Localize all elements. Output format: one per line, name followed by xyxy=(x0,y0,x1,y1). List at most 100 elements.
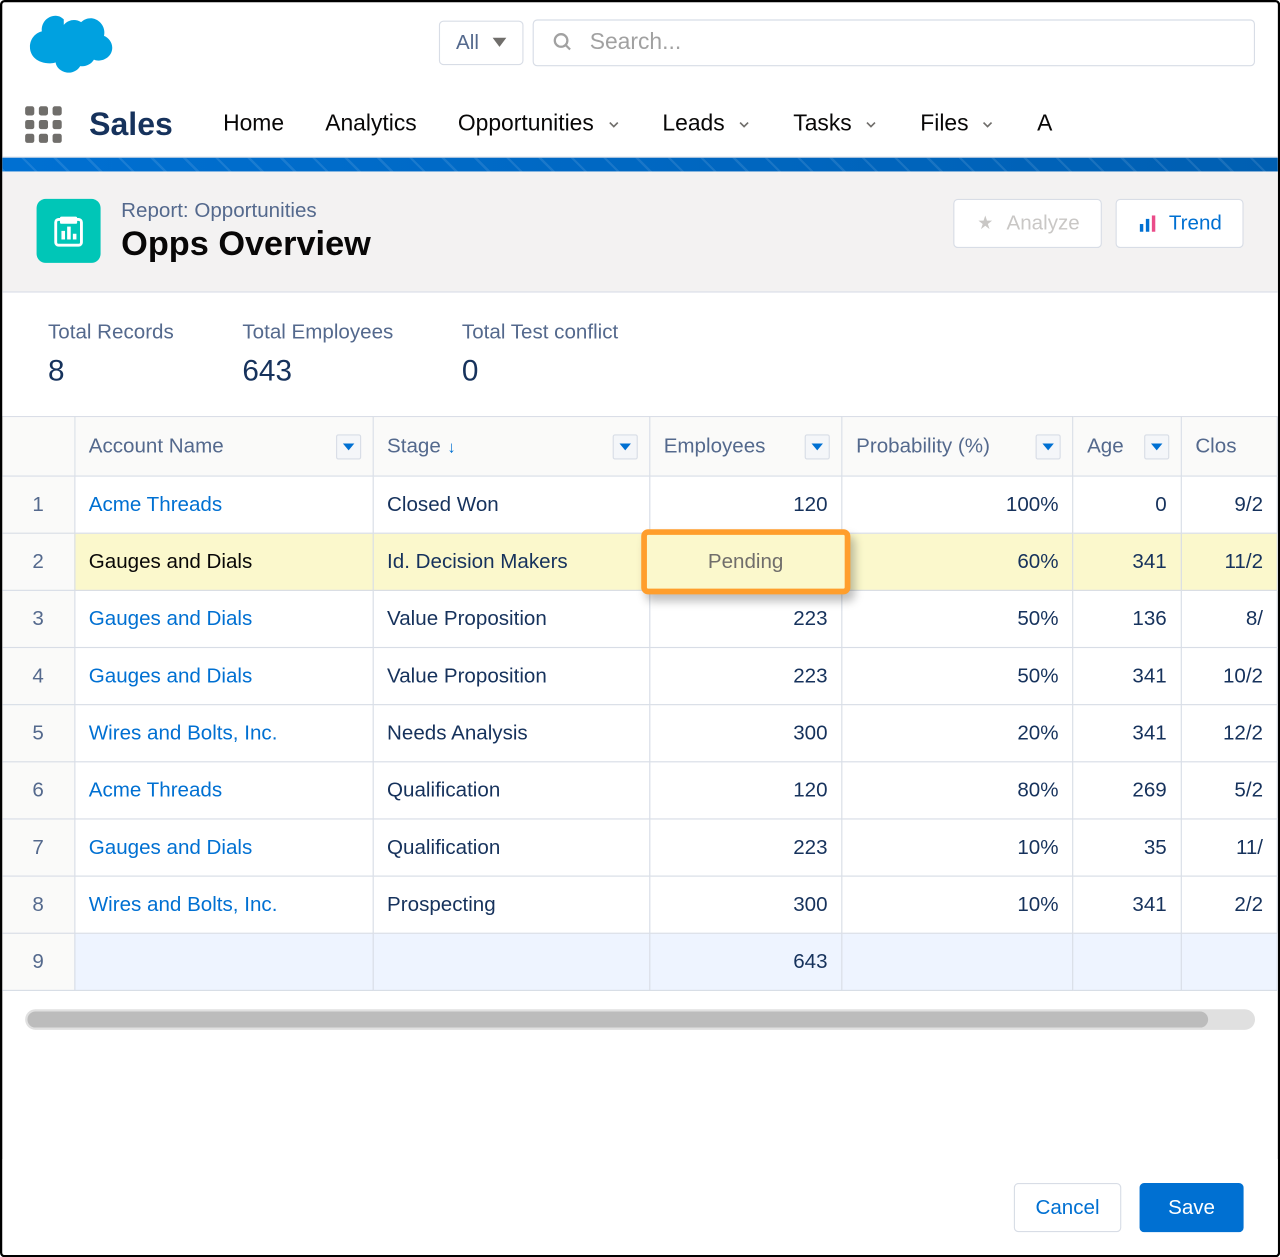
nav-item-analytics[interactable]: Analytics xyxy=(325,111,416,137)
filter-icon[interactable] xyxy=(805,434,830,459)
row-number: 7 xyxy=(2,819,74,876)
stage-cell[interactable]: Qualification xyxy=(373,762,650,819)
chevron-down-icon xyxy=(605,116,621,132)
account-link[interactable]: Gauges and Dials xyxy=(89,607,253,630)
report-icon xyxy=(37,199,101,263)
age-cell[interactable]: 341 xyxy=(1073,705,1181,762)
cancel-button[interactable]: Cancel xyxy=(1014,1183,1121,1232)
nav-item-opportunities[interactable]: Opportunities xyxy=(458,111,621,137)
table-row: 6 Acme Threads Qualification12080%2695/2 xyxy=(2,762,1277,819)
scope-label: All xyxy=(456,30,479,54)
scrollbar-thumb[interactable] xyxy=(27,1012,1208,1028)
column-header-stage[interactable]: Stage↓ xyxy=(373,417,650,476)
column-header-close[interactable]: Clos xyxy=(1181,417,1277,476)
probability-cell[interactable]: 50% xyxy=(842,590,1073,647)
age-cell[interactable]: 136 xyxy=(1073,590,1181,647)
employees-cell[interactable]: Pending xyxy=(649,533,841,590)
employees-cell[interactable]: 223 xyxy=(649,648,841,705)
probability-cell[interactable]: 50% xyxy=(842,648,1073,705)
stage-cell[interactable]: Prospecting xyxy=(373,876,650,933)
column-header-employees[interactable]: Employees xyxy=(649,417,841,476)
employees-cell[interactable]: 223 xyxy=(649,590,841,647)
app-launcher-icon[interactable] xyxy=(25,106,62,143)
stage-cell[interactable]: Value Proposition xyxy=(373,590,650,647)
employees-cell[interactable]: 120 xyxy=(649,476,841,533)
search-scope-selector[interactable]: All xyxy=(439,20,524,65)
age-cell[interactable]: 269 xyxy=(1073,762,1181,819)
age-cell[interactable]: 35 xyxy=(1073,819,1181,876)
close-cell[interactable]: 12/2 xyxy=(1181,705,1277,762)
trend-button[interactable]: Trend xyxy=(1115,199,1243,248)
horizontal-scrollbar[interactable] xyxy=(25,1009,1255,1030)
probability-cell[interactable]: 60% xyxy=(842,533,1073,590)
age-cell[interactable]: 341 xyxy=(1073,648,1181,705)
stat-label-records: Total Records xyxy=(48,320,174,344)
employees-cell[interactable]: 300 xyxy=(649,705,841,762)
filter-icon[interactable] xyxy=(336,434,361,459)
stage-cell[interactable]: Id. Decision Makers xyxy=(373,533,650,590)
nav-item-files[interactable]: Files xyxy=(920,111,996,137)
employees-cell[interactable]: 120 xyxy=(649,762,841,819)
search-box[interactable] xyxy=(533,19,1255,66)
global-header: All xyxy=(2,2,1278,91)
stat-label-employees: Total Employees xyxy=(242,320,393,344)
close-cell[interactable]: 8/ xyxy=(1181,590,1277,647)
probability-cell[interactable]: 10% xyxy=(842,876,1073,933)
filter-icon[interactable] xyxy=(1144,434,1169,459)
close-cell[interactable]: 2/2 xyxy=(1181,876,1277,933)
nav-item-a[interactable]: A xyxy=(1037,111,1052,137)
sort-down-icon: ↓ xyxy=(448,438,456,456)
account-link[interactable]: Acme Threads xyxy=(89,778,222,801)
salesforce-logo[interactable] xyxy=(25,10,119,74)
filter-icon[interactable] xyxy=(1036,434,1061,459)
stat-label-test: Total Test conflict xyxy=(462,320,618,344)
account-link[interactable]: Wires and Bolts, Inc. xyxy=(89,893,278,916)
stage-cell[interactable]: Needs Analysis xyxy=(373,705,650,762)
probability-cell[interactable]: 20% xyxy=(842,705,1073,762)
probability-cell[interactable]: 100% xyxy=(842,476,1073,533)
age-cell[interactable]: 0 xyxy=(1073,476,1181,533)
account-link[interactable]: Gauges and Dials xyxy=(89,664,253,687)
probability-cell[interactable]: 10% xyxy=(842,819,1073,876)
column-header-age[interactable]: Age xyxy=(1073,417,1181,476)
search-input[interactable] xyxy=(590,29,1236,55)
account-link[interactable]: Wires and Bolts, Inc. xyxy=(89,721,278,744)
account-link[interactable]: Gauges and Dials xyxy=(89,836,253,859)
report-table: Account Name Stage↓ Employees Probabilit… xyxy=(2,416,1278,991)
account-link[interactable]: Gauges and Dials xyxy=(89,550,253,573)
footer-actions: Cancel Save xyxy=(2,1159,1278,1255)
chevron-down-icon xyxy=(736,116,752,132)
close-cell[interactable]: 11/ xyxy=(1181,819,1277,876)
row-number: 6 xyxy=(2,762,74,819)
row-number: 5 xyxy=(2,705,74,762)
stage-cell[interactable]: Closed Won xyxy=(373,476,650,533)
age-cell[interactable]: 341 xyxy=(1073,876,1181,933)
nav-item-tasks[interactable]: Tasks xyxy=(793,111,879,137)
nav-item-leads[interactable]: Leads xyxy=(662,111,752,137)
account-link[interactable]: Acme Threads xyxy=(89,493,222,516)
app-name: Sales xyxy=(89,106,173,143)
analyze-button[interactable]: Analyze xyxy=(953,199,1102,248)
report-type-label: Report: Opportunities xyxy=(121,199,932,223)
age-cell[interactable]: 341 xyxy=(1073,533,1181,590)
column-header-rownum[interactable] xyxy=(2,417,74,476)
close-cell[interactable]: 10/2 xyxy=(1181,648,1277,705)
filter-icon[interactable] xyxy=(612,434,637,459)
row-number: 8 xyxy=(2,876,74,933)
table-row: 1Acme ThreadsClosed Won120100%09/2 xyxy=(2,476,1277,533)
chevron-down-icon xyxy=(493,38,507,47)
row-number: 2 xyxy=(2,533,74,590)
column-header-account[interactable]: Account Name xyxy=(74,417,372,476)
stage-cell[interactable]: Qualification xyxy=(373,819,650,876)
save-button[interactable]: Save xyxy=(1140,1183,1244,1232)
close-cell[interactable]: 11/2 xyxy=(1181,533,1277,590)
nav-item-home[interactable]: Home xyxy=(223,111,284,137)
column-header-probability[interactable]: Probability (%) xyxy=(842,417,1073,476)
stage-cell[interactable]: Value Proposition xyxy=(373,648,650,705)
stats-row: Total Records 8 Total Employees 643 Tota… xyxy=(2,293,1278,416)
close-cell[interactable]: 5/2 xyxy=(1181,762,1277,819)
close-cell[interactable]: 9/2 xyxy=(1181,476,1277,533)
probability-cell[interactable]: 80% xyxy=(842,762,1073,819)
employees-cell[interactable]: 300 xyxy=(649,876,841,933)
employees-cell[interactable]: 223 xyxy=(649,819,841,876)
